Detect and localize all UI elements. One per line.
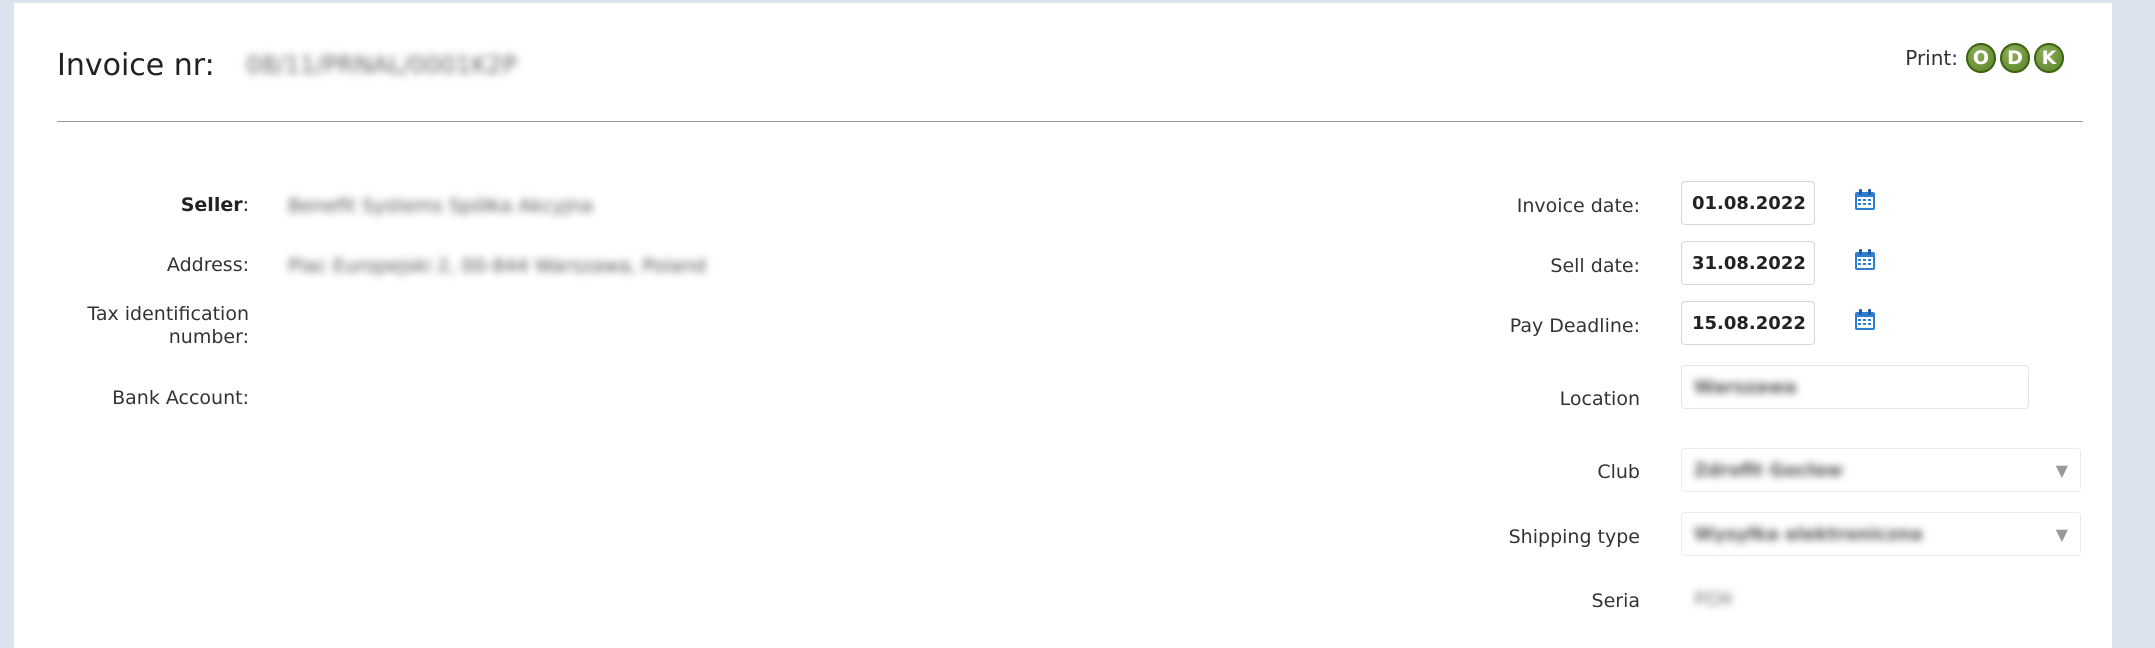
chevron-down-icon: ▼ bbox=[2055, 524, 2068, 544]
invoice-date-label: Invoice date: bbox=[1516, 195, 1640, 217]
invoice-number: 08/11/PRNAL/0001K2P bbox=[246, 51, 517, 79]
tax-id-label-line2: number: bbox=[168, 326, 249, 348]
seria-value: FCH bbox=[1695, 589, 1732, 610]
print-original-button[interactable]: O bbox=[1966, 43, 1996, 73]
chevron-down-icon: ▼ bbox=[2055, 460, 2068, 480]
tax-id-label: Tax identification number: bbox=[87, 303, 249, 349]
club-value: Zdrofit Gocław bbox=[1694, 459, 1843, 481]
header-divider bbox=[57, 121, 2083, 122]
invoice-panel: Invoice nr: 08/11/PRNAL/0001K2P Print: O… bbox=[14, 3, 2112, 648]
calendar-icon[interactable] bbox=[1854, 189, 1876, 211]
calendar-icon[interactable] bbox=[1854, 249, 1876, 271]
shipping-type-select[interactable]: Wysyłka elektroniczna ▼ bbox=[1681, 512, 2081, 556]
location-label: Location bbox=[1559, 388, 1640, 410]
address-value: Plac Europejski 2, 00-844 Warszawa, Pola… bbox=[288, 255, 706, 277]
print-copy-button[interactable]: K bbox=[2034, 43, 2064, 73]
sell-date-label: Sell date: bbox=[1550, 255, 1640, 277]
club-select[interactable]: Zdrofit Gocław ▼ bbox=[1681, 448, 2081, 492]
pay-deadline-input[interactable]: 15.08.2022 bbox=[1681, 301, 1815, 345]
calendar-icon[interactable] bbox=[1854, 309, 1876, 331]
location-input[interactable]: Warszawa bbox=[1681, 365, 2029, 409]
tax-id-label-line1: Tax identification bbox=[87, 303, 249, 325]
bank-account-label: Bank Account: bbox=[112, 387, 249, 409]
address-label: Address: bbox=[166, 254, 249, 276]
page-title: Invoice nr: bbox=[57, 48, 215, 83]
print-label: Print: bbox=[1905, 46, 1958, 70]
pay-deadline-label: Pay Deadline: bbox=[1509, 315, 1640, 337]
seller-label: Seller: bbox=[180, 194, 249, 216]
sell-date-input[interactable]: 31.08.2022 bbox=[1681, 241, 1815, 285]
seller-value: Benefit Systems Spółka Akcyjna bbox=[288, 195, 593, 217]
shipping-type-label: Shipping type bbox=[1508, 526, 1640, 548]
print-toolbar: Print: O D K bbox=[1905, 43, 2064, 73]
seria-label: Seria bbox=[1591, 590, 1640, 612]
location-value: Warszawa bbox=[1694, 376, 1797, 398]
club-label: Club bbox=[1597, 461, 1640, 483]
print-duplicate-button[interactable]: D bbox=[2000, 43, 2030, 73]
invoice-date-input[interactable]: 01.08.2022 bbox=[1681, 181, 1815, 225]
shipping-type-value: Wysyłka elektroniczna bbox=[1694, 523, 1923, 545]
